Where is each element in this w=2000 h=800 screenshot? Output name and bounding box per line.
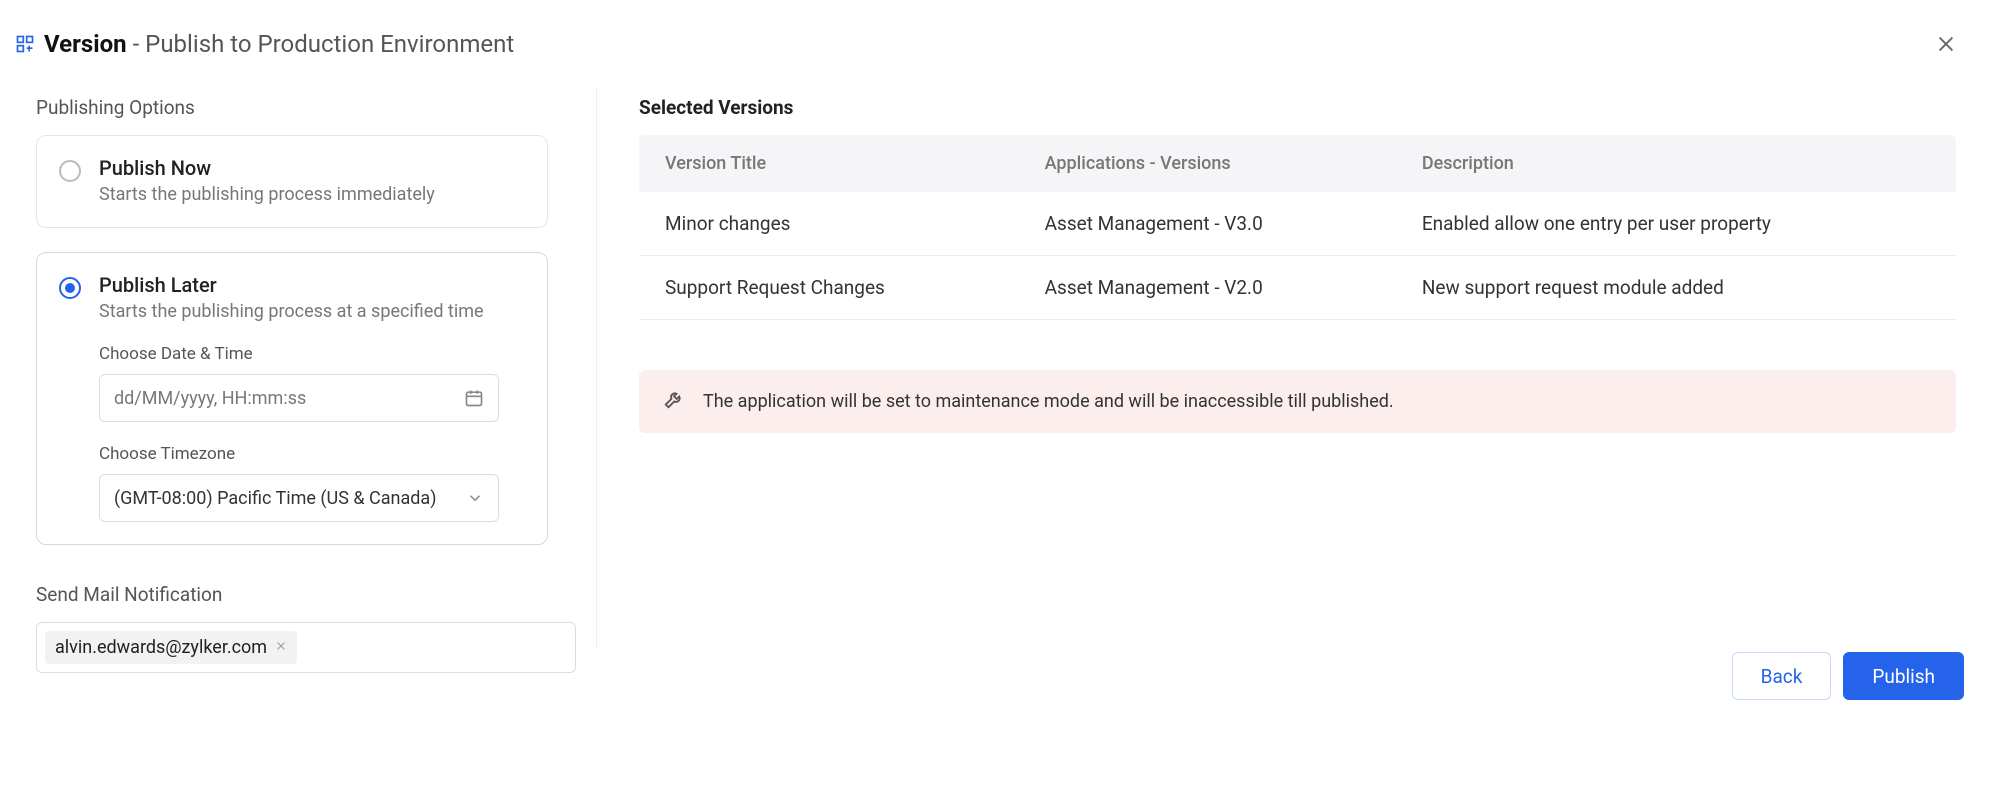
chevron-down-icon [466, 489, 484, 507]
table-row: Minor changes Asset Management - V3.0 En… [639, 192, 1956, 256]
option-publish-later-desc: Starts the publishing process at a speci… [99, 301, 525, 322]
selected-versions-label: Selected Versions [639, 96, 1956, 119]
option-publish-now-desc: Starts the publishing process immediatel… [99, 184, 525, 205]
publishing-options-label: Publishing Options [36, 96, 548, 119]
cell-app-version: Asset Management - V2.0 [1019, 256, 1396, 320]
date-time-placeholder: dd/MM/yyyy, HH:mm:ss [114, 388, 306, 409]
mail-chip-text: alvin.edwards@zylker.com [55, 637, 267, 658]
dialog-title: Version - Publish to Production Environm… [44, 30, 514, 58]
date-time-label: Choose Date & Time [99, 344, 525, 364]
option-publish-now-title: Publish Now [99, 156, 525, 180]
cell-version-title: Minor changes [639, 192, 1019, 256]
warning-text: The application will be set to maintenan… [703, 391, 1394, 412]
tools-icon [663, 388, 685, 415]
timezone-value: (GMT-08:00) Pacific Time (US & Canada) [114, 488, 436, 509]
maintenance-warning: The application will be set to maintenan… [639, 370, 1956, 433]
cell-version-title: Support Request Changes [639, 256, 1019, 320]
mail-recipients-input[interactable]: alvin.edwards@zylker.com [36, 622, 576, 673]
timezone-label: Choose Timezone [99, 444, 525, 464]
col-applications: Applications - Versions [1019, 135, 1396, 192]
cell-description: New support request module added [1396, 256, 1956, 320]
close-button[interactable] [1930, 28, 1962, 60]
dialog-title-main: Version [44, 30, 127, 58]
date-time-input[interactable]: dd/MM/yyyy, HH:mm:ss [99, 374, 499, 422]
option-publish-later-title: Publish Later [99, 273, 525, 297]
mail-notification-label: Send Mail Notification [36, 583, 548, 606]
timezone-select[interactable]: (GMT-08:00) Pacific Time (US & Canada) [99, 474, 499, 522]
col-description: Description [1396, 135, 1956, 192]
dialog-footer: Back Publish [1732, 652, 1964, 700]
back-button[interactable]: Back [1732, 652, 1832, 700]
radio-publish-later[interactable] [59, 277, 81, 299]
radio-publish-now[interactable] [59, 160, 81, 182]
option-publish-later[interactable]: Publish Later Starts the publishing proc… [36, 252, 548, 545]
calendar-icon[interactable] [464, 388, 484, 408]
mail-chip-remove[interactable] [275, 640, 287, 656]
publishing-options-panel: Publishing Options Publish Now Starts th… [36, 96, 596, 673]
cell-app-version: Asset Management - V3.0 [1019, 192, 1396, 256]
dialog-title-sub: - Publish to Production Environment [133, 30, 515, 58]
dialog-header: Version - Publish to Production Environm… [0, 0, 2000, 72]
option-publish-now[interactable]: Publish Now Starts the publishing proces… [36, 135, 548, 228]
publish-button[interactable]: Publish [1843, 652, 1964, 700]
selected-versions-panel: Selected Versions Version Title Applicat… [597, 96, 1980, 673]
versions-table: Version Title Applications - Versions De… [639, 135, 1956, 320]
version-icon [14, 33, 36, 55]
table-row: Support Request Changes Asset Management… [639, 256, 1956, 320]
mail-chip: alvin.edwards@zylker.com [45, 631, 297, 664]
cell-description: Enabled allow one entry per user propert… [1396, 192, 1956, 256]
col-version-title: Version Title [639, 135, 1019, 192]
